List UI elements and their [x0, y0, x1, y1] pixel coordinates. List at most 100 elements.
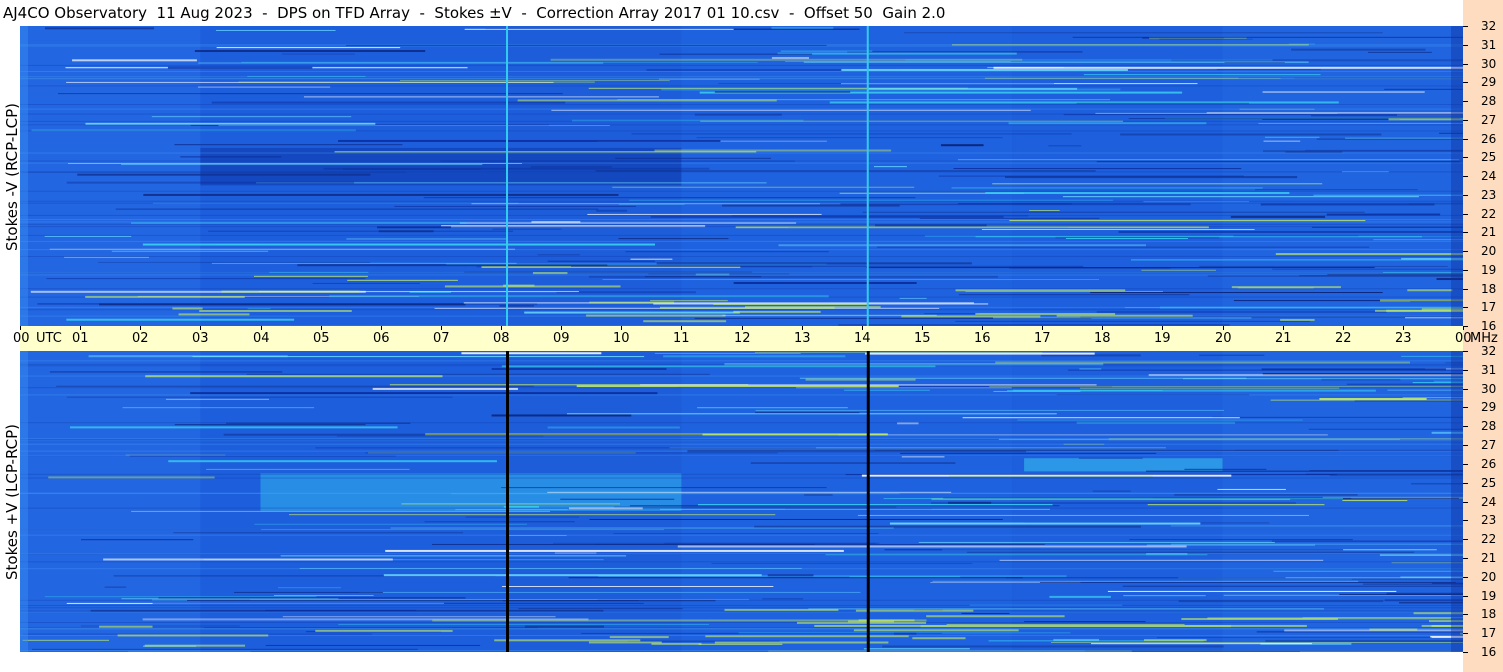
frequency-tick-label: 28 [1481, 94, 1497, 108]
heatmap-streak [1062, 196, 1419, 198]
heatmap-streak [718, 83, 1054, 85]
heatmap-streak [697, 407, 848, 409]
heatmap-streak [518, 608, 683, 610]
time-tick-label: 02 [132, 331, 149, 346]
heatmap-row [20, 507, 1463, 509]
heatmap-row [20, 438, 1463, 440]
heatmap-streak [1184, 468, 1267, 470]
frequency-tick-label: 21 [1481, 225, 1497, 239]
heatmap-row [20, 200, 1463, 202]
heatmap-streak [659, 508, 1050, 510]
heatmap-bright-patch [744, 306, 881, 309]
heatmap-streak [946, 623, 1185, 625]
heatmap-streak [568, 577, 1023, 579]
heatmap-streak [615, 157, 772, 159]
top-spectrogram-svg [20, 26, 1463, 326]
heatmap-row [20, 255, 1463, 257]
heatmap-streak [1029, 209, 1060, 211]
heatmap-streak [1310, 115, 1463, 117]
heatmap-streak [877, 246, 1370, 248]
time-tick-mark [862, 326, 863, 330]
heatmap-streak [1170, 543, 1463, 545]
heatmap-streak [905, 59, 1273, 61]
heatmap-bright-patch [724, 608, 839, 611]
heatmap-streak [589, 518, 1003, 520]
heatmap-row [20, 568, 1463, 570]
time-tick-mark [982, 326, 983, 330]
heatmap-row [20, 152, 1463, 154]
heatmap-bright-patch [643, 320, 727, 323]
frequency-tick-mark [1463, 426, 1468, 427]
heatmap-streak [22, 639, 110, 641]
heatmap-streak [278, 587, 341, 589]
heatmap-streak [1041, 354, 1141, 357]
heatmap-streak [66, 396, 453, 398]
heatmap-streak [530, 166, 613, 168]
heatmap-row [20, 171, 1463, 173]
heatmap-streak [714, 90, 851, 93]
heatmap-streak [957, 159, 1460, 161]
heatmap-streak [566, 413, 1057, 415]
heatmap-row [20, 394, 1463, 396]
heatmap-streak [1316, 138, 1463, 140]
heatmap-region [20, 351, 201, 652]
frequency-tick-label: 18 [1481, 607, 1497, 621]
heatmap-bright-patch [1181, 618, 1338, 621]
heatmap-row [20, 45, 1463, 47]
time-tick-label: 08 [493, 331, 510, 346]
heatmap-bright-patch [1231, 286, 1341, 289]
heatmap-streak [359, 591, 861, 593]
heatmap-row [20, 454, 1463, 456]
frequency-tick-mark [1463, 307, 1468, 308]
heatmap-streak [995, 361, 1410, 364]
heatmap-region [1222, 26, 1463, 326]
heatmap-streak [1260, 203, 1435, 206]
frequency-tick-label: 19 [1481, 589, 1497, 603]
heatmap-streak [197, 86, 331, 88]
heatmap-streak [365, 452, 778, 454]
utc-marker-line [866, 351, 870, 652]
heatmap-row [20, 120, 1463, 122]
heatmap-streak [111, 250, 269, 252]
heatmap-streak [1261, 368, 1446, 371]
time-tick-label: 04 [253, 331, 270, 346]
heatmap-streak [625, 251, 829, 253]
heatmap-streak [1217, 488, 1286, 490]
heatmap-streak [1354, 400, 1463, 402]
heatmap-streak [1265, 639, 1463, 642]
frequency-tick-label: 32 [1481, 19, 1497, 33]
heatmap-streak [491, 367, 667, 370]
heatmap-streak [1079, 368, 1102, 370]
heatmap-streak [499, 305, 535, 307]
heatmap-bright-patch [144, 644, 246, 647]
heatmap-streak [955, 320, 1311, 322]
heatmap-row [20, 599, 1463, 601]
heatmap-streak [804, 494, 833, 496]
heatmap-bright-patch [912, 637, 966, 640]
heatmap-streak [1146, 544, 1316, 546]
heatmap-streak [1273, 570, 1463, 572]
heatmap-streak [459, 222, 797, 224]
frequency-tick-mark [1463, 176, 1468, 177]
frequency-tick-mark [1463, 502, 1468, 503]
heatmap-streak [613, 533, 879, 535]
heatmap-row [20, 450, 1463, 452]
heatmap-streak [44, 235, 132, 237]
heatmap-streak [1107, 590, 1397, 592]
heatmap-streak [656, 262, 972, 265]
frequency-tick-label: 22 [1481, 532, 1497, 546]
time-tick-label: 12 [734, 331, 751, 346]
heatmap-streak [241, 61, 758, 63]
heatmap-streak [959, 294, 1190, 296]
time-tick-label: 13 [794, 331, 811, 346]
heatmap-streak [1275, 253, 1463, 256]
heatmap-row [20, 234, 1463, 236]
heatmap-bright-patch [609, 636, 669, 639]
time-tick-mark [501, 326, 502, 330]
heatmap-row [20, 649, 1463, 651]
heatmap-row [20, 443, 1463, 445]
heatmap-bright-patch [221, 290, 360, 293]
time-tick-label: 22 [1335, 331, 1352, 346]
heatmap-streak [49, 371, 283, 373]
heatmap-streak [238, 81, 595, 83]
